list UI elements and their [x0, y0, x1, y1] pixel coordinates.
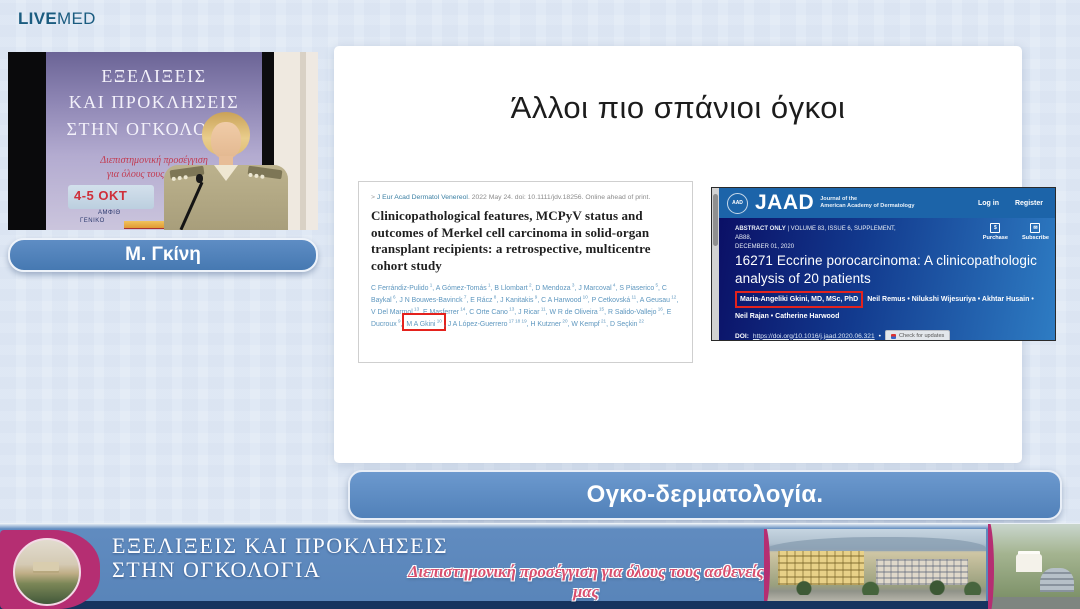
- jaad-logo-subtitle: Journal of the American Academy of Derma…: [820, 196, 914, 209]
- speaker-name: Μ. Γκίνη: [125, 244, 201, 266]
- parthenon-shape: [33, 562, 59, 571]
- abstract-type: ABSTRACT ONLY: [735, 226, 786, 232]
- pubmed-author-link[interactable]: H Kutzner 20: [530, 321, 567, 328]
- pubmed-author-link[interactable]: S Piaserico 5: [619, 285, 658, 292]
- subscribe-icon: ✉: [1030, 223, 1040, 233]
- doi-label: DOI:: [735, 333, 749, 340]
- trees-shape: [764, 579, 986, 595]
- speaker-video-feed: ΕΞΕΛΙΞΕΙΣ ΚΑΙ ΠΡΟΚΛΗΣΕΙΣ ΣΤΗΝ ΟΓΚΟΛΟΓΙΑ …: [8, 52, 318, 230]
- pubmed-author-link[interactable]: D Mendoza 3: [535, 285, 574, 292]
- pubmed-author-link[interactable]: D Seçkin 22: [610, 321, 644, 328]
- purchase-button[interactable]: $ Purchase: [983, 223, 1008, 241]
- scrollbar[interactable]: [712, 188, 719, 340]
- footer-bottom-strip: [0, 601, 1080, 609]
- jaad-authors: Maria-Angeliki Gkini, MD, MSc, PhDNeil R…: [735, 292, 1035, 326]
- pubmed-author-link[interactable]: J N Bouwes-Bavinck 7: [399, 297, 466, 304]
- pubmed-article-title: Clinicopathological features, MCPyV stat…: [371, 208, 680, 275]
- banner-title-line2: ΚΑΙ ΠΡΟΚΛΗΣΕΙΣ: [46, 92, 262, 113]
- footer-title-line1: ΕΞΕΛΙΞΕΙΣ ΚΑΙ ΠΡΟΚΛΗΣΕΙΣ: [112, 534, 448, 558]
- livemed-logo: LIVEMED: [18, 9, 96, 29]
- presentation-slide: Άλλοι πιο σπάνιοι όγκοι > J Eur Acad Der…: [334, 46, 1022, 463]
- login-link[interactable]: Log in: [978, 200, 999, 207]
- subscribe-button[interactable]: ✉ Subscribe: [1022, 223, 1049, 241]
- jaad-abstract-panel: ABSTRACT ONLY | VOLUME 83, ISSUE 6, SUPP…: [719, 218, 1055, 340]
- church-shape: [1016, 554, 1042, 572]
- abstract-meta-line2: DECEMBER 01, 2020: [735, 244, 794, 250]
- pubmed-author-link[interactable]: W R de Oliveira 15: [549, 309, 604, 316]
- hospital-campus-photo: [764, 529, 986, 601]
- check-for-updates-button[interactable]: Check for updates: [885, 330, 950, 340]
- pubmed-article-card: > J Eur Acad Dermatol Venereol. 2022 May…: [358, 181, 693, 363]
- acropolis-photo: [13, 538, 81, 606]
- pubmed-author-link[interactable]: A Geusau 12: [640, 297, 677, 304]
- slide-title: Άλλοι πιο σπάνιοι όγκοι: [334, 90, 1022, 126]
- acropolis-medallion: [0, 530, 100, 609]
- check-updates-icon: [891, 334, 896, 339]
- jaad-author-highlighted[interactable]: Maria-Angeliki Gkini, MD, MSc, PhD: [735, 291, 863, 308]
- caption-bar: Ογκο-δερματολογία.: [348, 470, 1062, 520]
- footer-tagline: Διεπιστημονική προσέγγιση για όλους τους…: [398, 562, 774, 602]
- register-link[interactable]: Register: [1015, 200, 1043, 207]
- speaker-face: [211, 122, 241, 159]
- citation-rest: . 2022 May 24. doi: 10.1111/jdv.18256. O…: [468, 194, 650, 201]
- jaad-article-title: 16271 Eccrine porocarcinoma: A clinicopa…: [735, 252, 1045, 287]
- mountains-shape: [764, 537, 986, 551]
- livemed-logo-live: LIVE: [18, 9, 57, 28]
- aad-logo-icon: AAD: [727, 193, 748, 214]
- pubmed-author-link[interactable]: B Llombart 2: [494, 285, 531, 292]
- scrollbar-thumb[interactable]: [713, 194, 718, 246]
- speaker-figure: [156, 112, 296, 230]
- banner-venue-line2: ΓΕΝΙΚΟ: [80, 218, 105, 224]
- pubmed-author-link[interactable]: A Gómez-Tomás 1: [436, 285, 491, 292]
- purchase-icon: $: [990, 223, 1000, 233]
- pubmed-author-link[interactable]: J Marcoval 4: [578, 285, 615, 292]
- citation-carat: >: [371, 194, 375, 201]
- caption-text: Ογκο-δερματολογία.: [587, 481, 824, 509]
- pubmed-author-link[interactable]: C Ferrándiz-Pulido 1: [371, 285, 432, 292]
- pubmed-author-link[interactable]: J Kanitakis 9: [500, 297, 537, 304]
- campus-photo-right: [988, 524, 1080, 609]
- pubmed-author-link[interactable]: J Ricar 11: [518, 309, 546, 316]
- footer-banner: ΕΞΕΛΙΞΕΙΣ ΚΑΙ ΠΡΟΚΛΗΣΕΙΣ ΣΤΗΝ ΟΓΚΟΛΟΓΙΑ …: [0, 523, 1080, 609]
- jaad-logo: JAAD: [755, 191, 814, 215]
- pubmed-author-link[interactable]: W Kempf 21: [571, 321, 606, 328]
- speaker-name-badge: Μ. Γκίνη: [8, 238, 318, 272]
- doi-bullet: •: [879, 333, 881, 340]
- citation-journal-link[interactable]: J Eur Acad Dermatol Venereol: [377, 194, 468, 201]
- jaad-doi-row: DOI: https://doi.org/10.1016/j.jaad.2020…: [735, 330, 950, 340]
- webinar-page: LIVEMED ΕΞΕΛΙΞΕΙΣ ΚΑΙ ΠΡΟΚΛΗΣΕΙΣ ΣΤΗΝ ΟΓ…: [0, 0, 1080, 609]
- banner-venue-line1: ΑΜΦΙΘ: [98, 210, 121, 216]
- doi-link[interactable]: https://doi.org/10.1016/j.jaad.2020.06.3…: [753, 333, 875, 340]
- pubmed-author-link[interactable]: J A López-Guerrero 17 18 19: [448, 321, 527, 328]
- pubmed-author-link[interactable]: R Salido-Vallejo 16: [608, 309, 663, 316]
- jaad-abstract-meta: ABSTRACT ONLY | VOLUME 83, ISSUE 6, SUPP…: [735, 225, 905, 252]
- jaad-article-card: AAD JAAD Journal of the American Academy…: [712, 188, 1055, 340]
- pubmed-authors: C Ferrándiz-Pulido 1, A Gómez-Tomás 1, B…: [371, 283, 680, 331]
- livemed-logo-med: MED: [57, 9, 96, 28]
- pubmed-author-link[interactable]: E Rácz 8: [470, 297, 496, 304]
- banner-title-line1: ΕΞΕΛΙΞΕΙΣ: [46, 66, 262, 87]
- round-building-shape: [1040, 568, 1074, 592]
- road-shape: [988, 597, 1080, 609]
- pubmed-citation: > J Eur Acad Dermatol Venereol. 2022 May…: [371, 194, 680, 201]
- pubmed-author-link[interactable]: C Orte Cano 13: [469, 309, 514, 316]
- pubmed-author-highlighted[interactable]: M A Gkini 10: [402, 313, 446, 331]
- pubmed-author-link[interactable]: C A Harwood 10: [541, 297, 588, 304]
- pubmed-author-link[interactable]: P Cetkovská 11: [592, 297, 637, 304]
- banner-dates: 4-5 ΟΚΤ: [74, 188, 127, 203]
- jaad-top-bar: AAD JAAD Journal of the American Academy…: [719, 188, 1055, 218]
- microphone-tip: [196, 174, 203, 183]
